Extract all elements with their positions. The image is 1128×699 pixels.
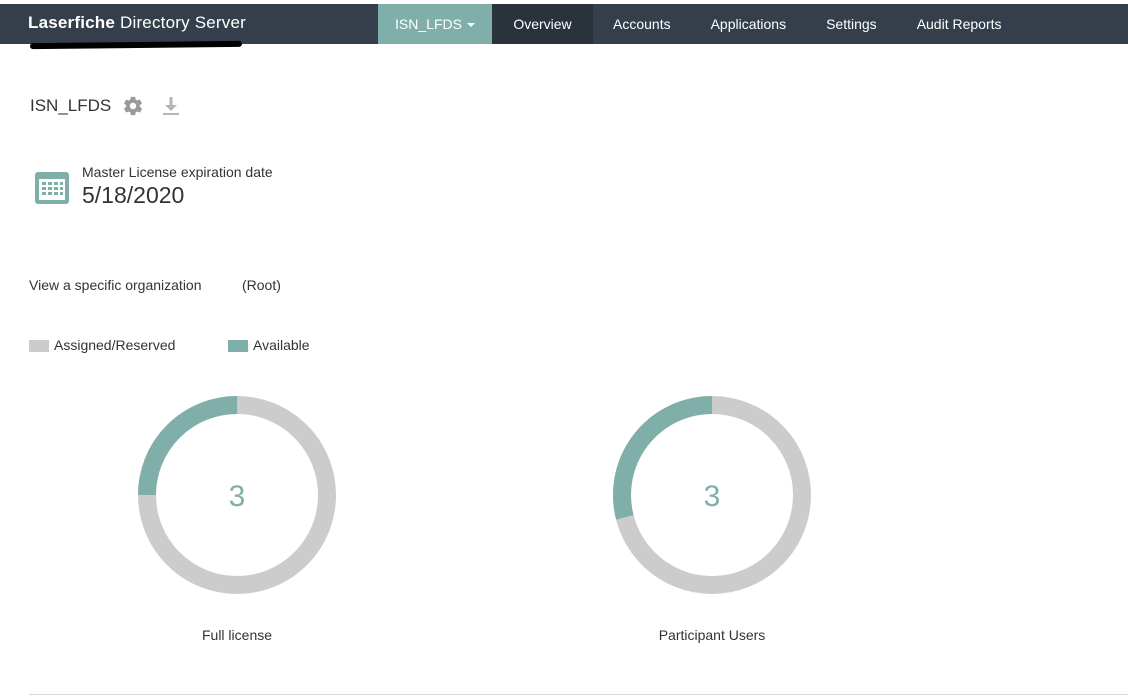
redaction-scribble: [29, 40, 243, 50]
server-name: ISN_LFDS: [30, 96, 112, 115]
organization-selector[interactable]: (Root): [242, 277, 281, 293]
nav-overview[interactable]: Overview: [492, 4, 593, 44]
donut-center-count: 3: [229, 480, 246, 513]
license-expiration-label: Master License expiration date: [82, 164, 273, 180]
nav-audit-reports[interactable]: Audit Reports: [897, 4, 1022, 44]
chart-title-full-license: Full license: [201, 627, 273, 643]
chart-title-participant-users: Participant Users: [658, 627, 766, 643]
calendar-icon: [35, 172, 69, 204]
legend-swatch-available: [228, 340, 248, 352]
caret-down-icon: [466, 23, 475, 28]
organization-label: View a specific organization: [29, 277, 202, 293]
org-dropdown[interactable]: ISN_LFDS: [378, 4, 492, 44]
download-icon[interactable]: [162, 96, 180, 116]
donut-chart-participant-users: 3: [613, 396, 811, 594]
brand-rest: Directory Server: [119, 13, 246, 32]
legend-label-available: Available: [253, 337, 310, 353]
legend-label-assigned: Assigned/Reserved: [54, 337, 176, 353]
org-dropdown-label: ISN_LFDS: [395, 16, 462, 32]
donut-center-count: 3: [704, 480, 721, 513]
license-expiration-date: 5/18/2020: [82, 182, 185, 208]
divider: [29, 694, 1128, 695]
nav-applications[interactable]: Applications: [691, 4, 807, 44]
nav-settings[interactable]: Settings: [806, 4, 897, 44]
top-navbar: Laserfiche Directory Server ISN_LFDS Ove…: [0, 4, 1128, 44]
nav-accounts[interactable]: Accounts: [593, 4, 691, 44]
donut-chart-full-license: 3: [138, 396, 336, 594]
main-nav: ISN_LFDS Overview Accounts Applications …: [378, 4, 1022, 44]
gear-icon[interactable]: [122, 95, 144, 117]
app-brand[interactable]: Laserfiche Directory Server: [28, 13, 246, 33]
legend-swatch-assigned: [29, 340, 49, 352]
brand-bold: Laserfiche: [28, 13, 116, 32]
